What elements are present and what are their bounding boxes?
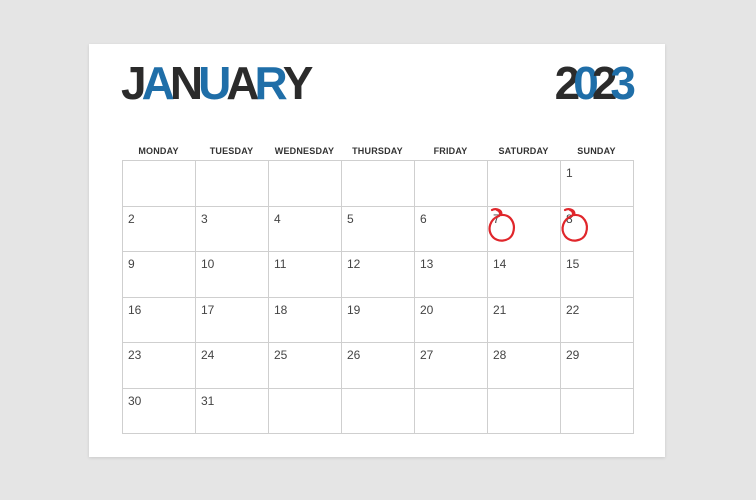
- day-cell[interactable]: [269, 388, 342, 434]
- weekday-label: FRIDAY: [433, 146, 468, 156]
- calendar-grid: 1 2 3 4 5 6 7 8 9 10 11 12 13 14 15 16 17 18 19 20 21 22 23 24 2…: [122, 160, 634, 434]
- month-letter: J: [121, 57, 146, 109]
- month-letter: A: [226, 57, 259, 109]
- calendar-page: JANUARY 2023 MONDAY TUESDAY WEDNESDAY THURS…: [89, 44, 665, 457]
- day-cell[interactable]: 10: [196, 252, 269, 298]
- day-cell[interactable]: 17: [196, 297, 269, 343]
- day-cell[interactable]: 8: [561, 206, 634, 252]
- day-number: 2: [128, 211, 135, 226]
- day-cell[interactable]: [561, 388, 634, 434]
- day-cell[interactable]: [415, 161, 488, 207]
- day-number: 24: [201, 348, 215, 362]
- hand-drawn-circle-mark: [561, 207, 588, 242]
- day-number: 13: [420, 257, 434, 271]
- day-number: 5: [347, 211, 354, 226]
- day-cell[interactable]: 27: [415, 343, 488, 389]
- weekday-label: MONDAY: [138, 146, 179, 156]
- day-number: 31: [201, 393, 215, 408]
- year-digit: 2: [554, 57, 580, 109]
- day-number: 4: [274, 211, 281, 226]
- day-number: 7: [488, 207, 515, 242]
- day-number: 27: [420, 348, 434, 362]
- day-number: 11: [274, 257, 287, 271]
- day-number: 1: [566, 166, 573, 180]
- day-cell[interactable]: [342, 161, 415, 207]
- weekday-header-row: MONDAY TUESDAY WEDNESDAY THURSDAY FRIDAY SATU…: [122, 142, 633, 160]
- day-cell[interactable]: [488, 161, 561, 207]
- day-number: 9: [128, 257, 135, 271]
- day-cell[interactable]: [269, 161, 342, 207]
- day-cell[interactable]: 14: [488, 252, 561, 298]
- year-digit: 3: [610, 57, 635, 109]
- day-number: 20: [420, 302, 434, 317]
- month-letter: N: [169, 57, 203, 109]
- day-cell[interactable]: 26: [342, 343, 415, 389]
- day-cell[interactable]: 9: [123, 252, 196, 298]
- day-number: 22: [566, 302, 580, 317]
- day-cell[interactable]: [123, 161, 196, 207]
- day-cell[interactable]: 30: [123, 388, 196, 434]
- month-letter: Y: [282, 57, 314, 109]
- day-cell[interactable]: 28: [488, 343, 561, 389]
- day-number: 10: [201, 257, 215, 271]
- day-number: 16: [128, 302, 142, 317]
- day-cell[interactable]: 25: [269, 343, 342, 389]
- day-number: 8: [561, 207, 588, 242]
- day-cell[interactable]: 20: [415, 297, 488, 343]
- day-cell[interactable]: 18: [269, 297, 342, 343]
- day-cell[interactable]: 4: [269, 206, 342, 252]
- day-number: 18: [274, 302, 288, 317]
- day-cell[interactable]: [342, 388, 415, 434]
- day-cell[interactable]: [196, 161, 269, 207]
- weekday-label: SATURDAY: [498, 146, 549, 156]
- day-number: 26: [347, 348, 361, 362]
- day-cell[interactable]: 3: [196, 206, 269, 252]
- day-cell[interactable]: 11: [269, 252, 342, 298]
- month-letter: U: [198, 57, 231, 109]
- day-cell[interactable]: 1: [561, 161, 634, 207]
- day-cell[interactable]: 6: [415, 206, 488, 252]
- hand-drawn-circle-mark: [488, 207, 515, 242]
- day-number: 21: [493, 302, 507, 317]
- day-cell[interactable]: 19: [342, 297, 415, 343]
- year-title: 2023: [554, 57, 636, 109]
- day-cell[interactable]: 21: [488, 297, 561, 343]
- day-number: 17: [201, 302, 215, 317]
- day-number: 19: [347, 302, 361, 317]
- weekday-label: THURSDAY: [352, 146, 403, 156]
- day-cell[interactable]: 29: [561, 343, 634, 389]
- day-cell[interactable]: 2: [123, 206, 196, 252]
- day-number: 12: [347, 257, 361, 271]
- day-cell[interactable]: 16: [123, 297, 196, 343]
- day-number: 29: [566, 348, 580, 362]
- day-number: 28: [493, 348, 507, 362]
- day-cell[interactable]: 31: [196, 388, 269, 434]
- day-cell[interactable]: 7: [488, 206, 561, 252]
- day-cell[interactable]: 24: [196, 343, 269, 389]
- day-cell[interactable]: 5: [342, 206, 415, 252]
- month-letter: A: [141, 57, 175, 109]
- day-cell[interactable]: 23: [123, 343, 196, 389]
- day-number: 25: [274, 348, 288, 362]
- weekday-label: TUESDAY: [209, 146, 254, 156]
- day-cell[interactable]: [488, 388, 561, 434]
- year-digit: 0: [573, 57, 598, 109]
- day-cell[interactable]: 13: [415, 252, 488, 298]
- day-cell[interactable]: 15: [561, 252, 634, 298]
- weekday-label: SUNDAY: [577, 146, 616, 156]
- weekday-label: WEDNESDAY: [274, 146, 335, 156]
- day-cell[interactable]: 12: [342, 252, 415, 298]
- day-number: 23: [128, 348, 142, 362]
- month-letter: R: [254, 57, 288, 109]
- year-digit: 2: [591, 57, 617, 109]
- day-number: 6: [420, 211, 427, 226]
- day-cell[interactable]: [415, 388, 488, 434]
- day-number: 3: [201, 211, 208, 226]
- day-number: 15: [566, 257, 580, 271]
- day-number: 14: [493, 257, 507, 271]
- day-number: 30: [128, 393, 142, 408]
- month-title: JANUARY: [121, 57, 314, 109]
- day-cell[interactable]: 22: [561, 297, 634, 343]
